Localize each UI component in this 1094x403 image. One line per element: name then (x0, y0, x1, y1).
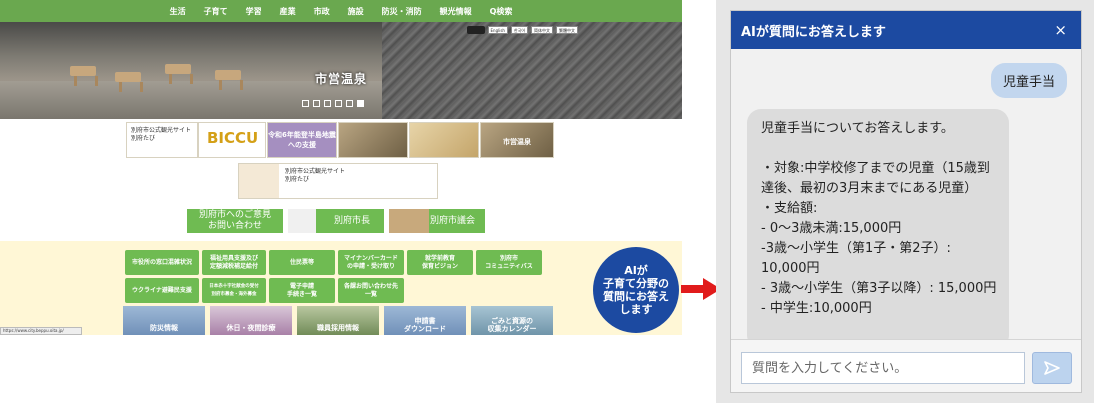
banner-festival-photo[interactable] (338, 122, 408, 158)
nav-item-life[interactable]: 生活 (170, 6, 186, 17)
nav-item-disaster[interactable]: 防災・消防 (382, 6, 422, 17)
banner-castle-photo[interactable] (409, 122, 479, 158)
hero-caption: 市営温泉 (314, 72, 367, 86)
pill-my-number[interactable]: マイナンバーカード の申請・受け取り (338, 250, 404, 275)
nav-item-search[interactable]: Q検索 (490, 6, 513, 17)
nav-item-learning[interactable]: 学習 (246, 6, 262, 17)
pill-red-cross[interactable]: 日本赤十字社献金の受付 別府市募金・海外募金 (202, 278, 266, 303)
send-icon (1044, 361, 1060, 375)
slider-dot-active[interactable] (357, 100, 364, 107)
banner-tourism-site-large[interactable]: 別府市公式観光サイト 別府たび (238, 163, 438, 199)
tile-disaster-info[interactable]: 防災情報 (123, 306, 205, 335)
chat-title: AIが質問にお答えします (741, 24, 886, 40)
city-website: 生活 子育て 学習 産業 市政 施設 防災・消防 観光情報 Q検索 市営温泉 E… (0, 0, 682, 335)
nav-item-city-gov[interactable]: 市政 (314, 6, 330, 17)
tile-holiday-clinic[interactable]: 休日・夜間診療 (210, 306, 292, 335)
tile-recruitment[interactable]: 職員採用情報 (297, 306, 379, 335)
right-arrow-icon (681, 278, 721, 300)
ai-badge: AIが 子育て分野の 質問にお答え します (593, 247, 679, 333)
pill-ukraine-support[interactable]: ウクライナ避難民支援 (125, 278, 199, 303)
hero-slider[interactable]: 市営温泉 English 한국어 简体中文 繁體中文 (0, 22, 682, 119)
banner-tourism-site[interactable]: 別府市公式観光サイト 別府たび (126, 122, 198, 158)
tile-form-download[interactable]: 申請書 ダウンロード (384, 306, 466, 335)
lang-chinese-simplified[interactable]: 简体中文 (531, 26, 553, 34)
close-icon[interactable]: × (1054, 21, 1067, 39)
chat-panel-background: AIが質問にお答えします × 児童手当 児童手当についてお答えします。 ・対象:… (716, 0, 1094, 403)
mayor-button[interactable]: 別府市長 (288, 209, 384, 233)
slider-dots[interactable] (302, 100, 364, 107)
slider-dot[interactable] (324, 100, 331, 107)
screenshot-root: 生活 子育て 学習 産業 市政 施設 防災・消防 観光情報 Q検索 市営温泉 E… (0, 0, 1094, 403)
chat-header: AIが質問にお答えします × (731, 11, 1081, 49)
message-list[interactable]: 児童手当 児童手当についてお答えします。 ・対象:中学校修了までの児童（15歳到… (731, 49, 1081, 339)
status-url: https://www.city.beppu.oita.jp/ (0, 327, 82, 335)
lang-english[interactable]: English (487, 26, 508, 34)
slider-dot[interactable] (302, 100, 309, 107)
banner-earthquake-support[interactable]: 令和6年能登半島地震 への支援 (267, 122, 337, 158)
chat-input[interactable] (741, 352, 1025, 384)
lang-chinese-traditional[interactable]: 繁體中文 (556, 26, 578, 34)
nav-item-tourism[interactable]: 観光情報 (440, 6, 472, 17)
council-button[interactable]: 別府市議会 (389, 209, 485, 233)
slider-dot[interactable] (313, 100, 320, 107)
language-switcher: English 한국어 简体中文 繁體中文 (466, 26, 578, 34)
global-nav: 生活 子育て 学習 産業 市政 施設 防災・消防 観光情報 Q検索 (0, 0, 682, 22)
pill-window-congestion[interactable]: 市役所の窓口混雑状況 (125, 250, 199, 275)
chat-input-bar (731, 339, 1081, 392)
send-button[interactable] (1032, 352, 1072, 384)
opinion-contact-button[interactable]: 別府市へのご意見 お問い合わせ (187, 209, 283, 233)
slider-dot[interactable] (346, 100, 353, 107)
banner-biccu[interactable]: BICCU (198, 122, 266, 158)
pill-contacts[interactable]: 各課お問い合わせ先 一覧 (338, 278, 404, 303)
chat-window: AIが質問にお答えします × 児童手当 児童手当についてお答えします。 ・対象:… (730, 10, 1082, 393)
user-message: 児童手当 (990, 63, 1067, 98)
lang-korean[interactable]: 한국어 (510, 26, 528, 34)
text-size-toggle[interactable] (466, 26, 485, 34)
slider-dot[interactable] (335, 100, 342, 107)
nav-item-facilities[interactable]: 施設 (348, 6, 364, 17)
pill-resident-card[interactable]: 住民票等 (269, 250, 335, 275)
pill-welfare-support[interactable]: 福祉用具支援及び 定額減税補足給付 (202, 250, 266, 275)
pill-preschool-vision[interactable]: 就学前教育 保育ビジョン (407, 250, 473, 275)
nav-item-industry[interactable]: 産業 (280, 6, 296, 17)
tile-garbage-calendar[interactable]: ごみと資源の 収集カレンダー (471, 306, 553, 335)
pill-e-application[interactable]: 電子申請 手続き一覧 (269, 278, 335, 303)
nav-item-childcare[interactable]: 子育て (204, 6, 228, 17)
banner-onsen[interactable]: 市営温泉 (480, 122, 554, 158)
pill-community-bus[interactable]: 別府市 コミュニティバス (476, 250, 542, 275)
bot-message: 児童手当についてお答えします。 ・対象:中学校修了までの児童（15歳到達後、最初… (747, 109, 1009, 339)
